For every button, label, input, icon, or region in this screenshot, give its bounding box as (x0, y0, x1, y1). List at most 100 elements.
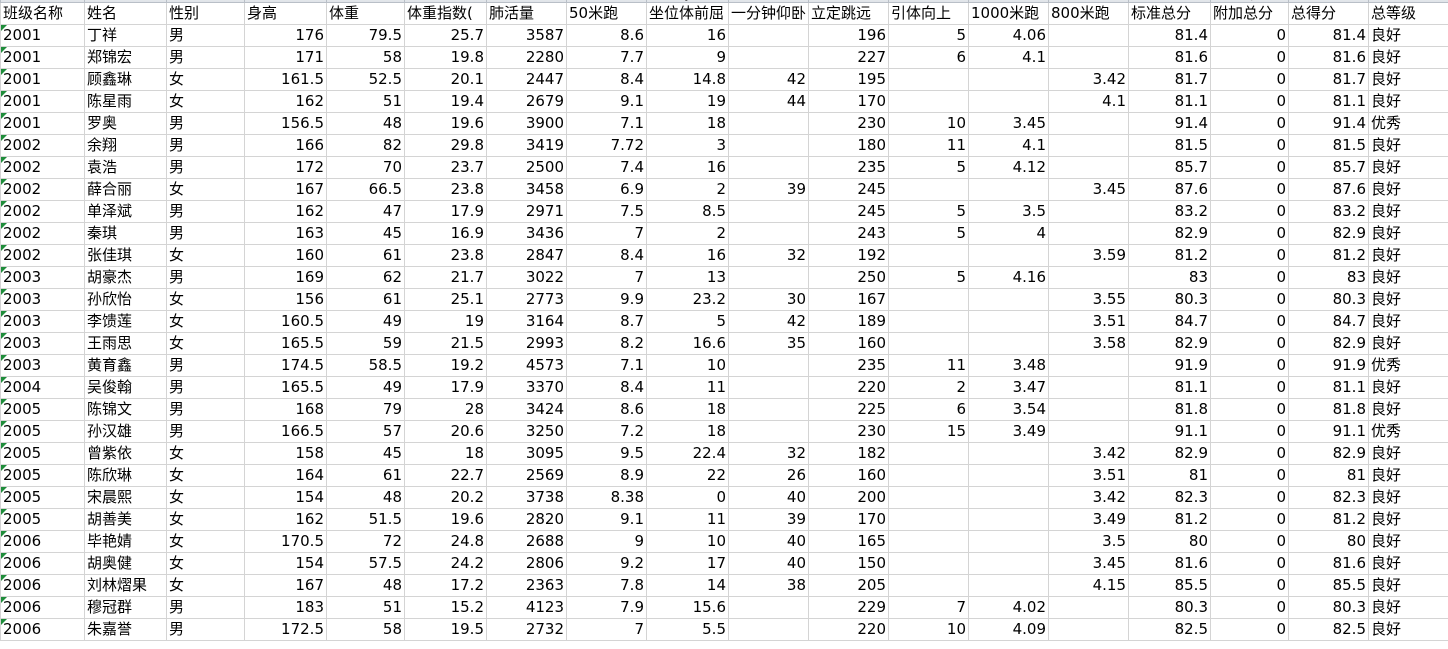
data-cell[interactable]: 良好 (1368, 486, 1448, 509)
data-cell[interactable]: 2005 (0, 486, 85, 509)
data-cell[interactable]: 17.9 (404, 200, 487, 223)
data-cell[interactable]: 男 (166, 112, 245, 135)
header-cell[interactable]: 总等级 (1368, 2, 1448, 25)
data-cell[interactable]: 80.3 (1288, 288, 1369, 311)
data-cell[interactable] (728, 156, 809, 179)
data-cell[interactable]: 48 (326, 112, 405, 135)
data-cell[interactable]: 0 (1210, 90, 1289, 113)
data-cell[interactable]: 9 (566, 530, 647, 553)
data-cell[interactable] (888, 288, 969, 311)
data-cell[interactable]: 4.02 (968, 596, 1049, 619)
data-cell[interactable]: 18 (646, 112, 729, 135)
data-cell[interactable] (728, 596, 809, 619)
data-cell[interactable]: 陈锦文 (84, 398, 167, 421)
data-cell[interactable] (968, 310, 1049, 333)
data-cell[interactable]: 5.5 (646, 618, 729, 641)
data-cell[interactable]: 2002 (0, 244, 85, 267)
data-cell[interactable]: 2005 (0, 442, 85, 465)
data-cell[interactable]: 2993 (486, 332, 567, 355)
data-cell[interactable]: 4.1 (968, 46, 1049, 69)
data-cell[interactable]: 16 (646, 156, 729, 179)
data-cell[interactable]: 83.2 (1288, 200, 1369, 223)
data-cell[interactable]: 17.9 (404, 376, 487, 399)
data-cell[interactable]: 182 (808, 442, 889, 465)
data-cell[interactable]: 3738 (486, 486, 567, 509)
data-cell[interactable]: 女 (166, 178, 245, 201)
data-cell[interactable]: 6 (888, 46, 969, 69)
data-cell[interactable]: 4.06 (968, 24, 1049, 47)
data-cell[interactable]: 2820 (486, 508, 567, 531)
data-cell[interactable]: 162 (244, 508, 327, 531)
data-cell[interactable]: 81.7 (1128, 68, 1211, 91)
data-cell[interactable]: 0 (1210, 508, 1289, 531)
data-cell[interactable]: 91.9 (1288, 354, 1369, 377)
data-cell[interactable]: 3419 (486, 134, 567, 157)
data-cell[interactable]: 8.2 (566, 332, 647, 355)
data-cell[interactable] (968, 530, 1049, 553)
data-cell[interactable]: 9 (646, 46, 729, 69)
data-cell[interactable]: 0 (1210, 574, 1289, 597)
data-cell[interactable]: 81.7 (1288, 68, 1369, 91)
data-cell[interactable]: 166 (244, 134, 327, 157)
data-cell[interactable]: 0 (1210, 266, 1289, 289)
data-cell[interactable]: 165.5 (244, 332, 327, 355)
data-cell[interactable]: 205 (808, 574, 889, 597)
data-cell[interactable]: 45 (326, 222, 405, 245)
data-cell[interactable]: 24.2 (404, 552, 487, 575)
data-cell[interactable]: 160.5 (244, 310, 327, 333)
data-cell[interactable]: 女 (166, 552, 245, 575)
data-cell[interactable]: 39 (728, 508, 809, 531)
data-cell[interactable]: 2002 (0, 156, 85, 179)
data-cell[interactable] (1048, 354, 1129, 377)
data-cell[interactable]: 227 (808, 46, 889, 69)
data-cell[interactable]: 9.1 (566, 508, 647, 531)
data-cell[interactable] (1048, 618, 1129, 641)
data-cell[interactable]: 4573 (486, 354, 567, 377)
data-cell[interactable]: 良好 (1368, 574, 1448, 597)
data-cell[interactable]: 23.8 (404, 178, 487, 201)
data-cell[interactable]: 良好 (1368, 24, 1448, 47)
data-cell[interactable]: 2006 (0, 530, 85, 553)
data-cell[interactable]: 245 (808, 178, 889, 201)
data-cell[interactable]: 3.5 (1048, 530, 1129, 553)
data-cell[interactable]: 7.72 (566, 134, 647, 157)
data-cell[interactable]: 4.09 (968, 618, 1049, 641)
data-cell[interactable]: 165 (808, 530, 889, 553)
data-cell[interactable]: 167 (244, 574, 327, 597)
header-cell[interactable]: 立定跳远 (808, 2, 889, 25)
data-cell[interactable]: 58.5 (326, 354, 405, 377)
data-cell[interactable]: 0 (1210, 376, 1289, 399)
data-cell[interactable]: 18 (404, 442, 487, 465)
data-cell[interactable] (968, 442, 1049, 465)
data-cell[interactable]: 24.8 (404, 530, 487, 553)
data-cell[interactable]: 8.7 (566, 310, 647, 333)
data-cell[interactable]: 235 (808, 354, 889, 377)
data-cell[interactable]: 17 (646, 552, 729, 575)
data-cell[interactable]: 2001 (0, 90, 85, 113)
data-cell[interactable]: 91.1 (1128, 420, 1211, 443)
data-cell[interactable]: 丁祥 (84, 24, 167, 47)
data-cell[interactable]: 81.2 (1288, 244, 1369, 267)
data-cell[interactable]: 81.1 (1128, 376, 1211, 399)
data-cell[interactable]: 2679 (486, 90, 567, 113)
data-cell[interactable]: 2001 (0, 24, 85, 47)
data-cell[interactable]: 83 (1288, 266, 1369, 289)
data-cell[interactable]: 84.7 (1288, 310, 1369, 333)
data-cell[interactable]: 优秀 (1368, 112, 1448, 135)
data-cell[interactable]: 156 (244, 288, 327, 311)
data-cell[interactable]: 225 (808, 398, 889, 421)
data-cell[interactable] (968, 508, 1049, 531)
data-cell[interactable]: 87.6 (1128, 178, 1211, 201)
data-cell[interactable]: 男 (166, 376, 245, 399)
data-cell[interactable]: 14 (646, 574, 729, 597)
data-cell[interactable]: 10 (646, 530, 729, 553)
data-cell[interactable]: 82.3 (1128, 486, 1211, 509)
data-cell[interactable] (1048, 134, 1129, 157)
data-cell[interactable]: 良好 (1368, 376, 1448, 399)
data-cell[interactable]: 单泽斌 (84, 200, 167, 223)
data-cell[interactable]: 男 (166, 354, 245, 377)
data-cell[interactable]: 200 (808, 486, 889, 509)
data-cell[interactable]: 229 (808, 596, 889, 619)
data-cell[interactable]: 良好 (1368, 244, 1448, 267)
data-cell[interactable]: 4.1 (968, 134, 1049, 157)
